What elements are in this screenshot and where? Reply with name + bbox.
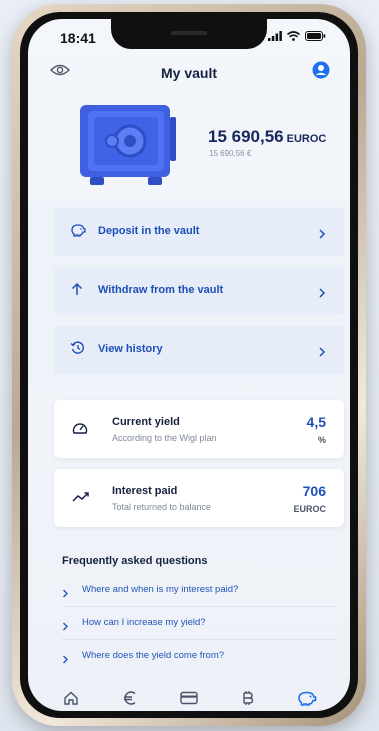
chevron-right-icon — [62, 585, 69, 603]
interest-value: 706 — [302, 483, 326, 499]
faq-question: How can I increase my yield? — [82, 617, 206, 628]
faq-item[interactable]: Where does the yield come from? — [62, 641, 338, 673]
history-icon — [70, 341, 85, 360]
nav-home[interactable] — [56, 685, 86, 711]
withdraw-button[interactable]: Withdraw from the vault — [54, 267, 344, 315]
faq-item[interactable]: How can I increase my yield? — [62, 608, 338, 640]
yield-value: 4,5 — [306, 414, 326, 430]
wifi-icon — [287, 31, 300, 41]
current-yield-card: Current yield According to the Wigl plan… — [54, 400, 344, 458]
balance-amount: 15 690,56 — [208, 127, 284, 146]
status-time: 18:41 — [60, 30, 96, 46]
vault-summary: 15 690,56 EUROC 15 690,56 € — [28, 97, 350, 197]
app-header: My vault — [28, 61, 350, 89]
balance-currency: EUROC — [286, 133, 327, 145]
vault-balance: 15 690,56 EUROC — [208, 127, 326, 147]
gauge-icon — [72, 421, 88, 440]
yield-subtitle: According to the Wigl plan — [112, 433, 217, 443]
interest-unit: EUROC — [293, 504, 326, 514]
safe-icon — [80, 105, 176, 185]
arrow-up-icon — [70, 282, 84, 301]
nav-card[interactable] — [174, 685, 204, 711]
bottom-nav — [28, 685, 350, 711]
faq-question: Where and when is my interest paid? — [82, 584, 239, 595]
interest-subtitle: Total returned to balance — [112, 502, 212, 512]
faq-question: Where does the yield come from? — [82, 650, 225, 661]
app-screen: 18:41 My vault 15 690,56 EUROC 15 690,56… — [28, 19, 350, 711]
user-icon[interactable] — [312, 61, 330, 84]
piggy-bank-icon — [297, 691, 316, 706]
page-title: My vault — [160, 65, 217, 81]
nav-bitcoin[interactable] — [233, 685, 263, 711]
yield-title: Current yield — [112, 416, 180, 428]
notch-speaker — [171, 31, 207, 35]
home-icon — [64, 691, 79, 705]
nav-vault[interactable] — [292, 685, 322, 711]
withdraw-label: Withdraw from the vault — [98, 284, 224, 296]
chevron-right-icon — [318, 285, 326, 303]
chevron-right-icon — [318, 344, 326, 362]
battery-icon — [305, 31, 326, 41]
faq-item[interactable]: Where and when is my interest paid? — [62, 575, 338, 607]
interest-paid-card: Interest paid Total returned to balance … — [54, 469, 344, 527]
view-history-button[interactable]: View history — [54, 326, 344, 374]
euro-icon — [124, 691, 136, 705]
card-icon — [180, 691, 198, 705]
view-history-label: View history — [98, 343, 163, 355]
deposit-button[interactable]: Deposit in the vault — [54, 208, 344, 256]
nav-euro[interactable] — [115, 685, 145, 711]
signal-icon — [268, 31, 282, 41]
phone-notch — [111, 19, 267, 49]
chevron-right-icon — [318, 226, 326, 244]
balance-converted: 15 690,56 € — [209, 149, 252, 158]
interest-title: Interest paid — [112, 485, 178, 497]
trend-up-icon — [72, 490, 90, 508]
bitcoin-icon — [243, 691, 253, 705]
yield-unit: % — [317, 435, 326, 445]
chevron-right-icon — [62, 651, 69, 669]
faq-title: Frequently asked questions — [62, 555, 208, 567]
deposit-label: Deposit in the vault — [98, 225, 200, 237]
piggy-bank-icon — [70, 223, 86, 242]
status-icons — [268, 31, 326, 41]
chevron-right-icon — [62, 618, 69, 636]
